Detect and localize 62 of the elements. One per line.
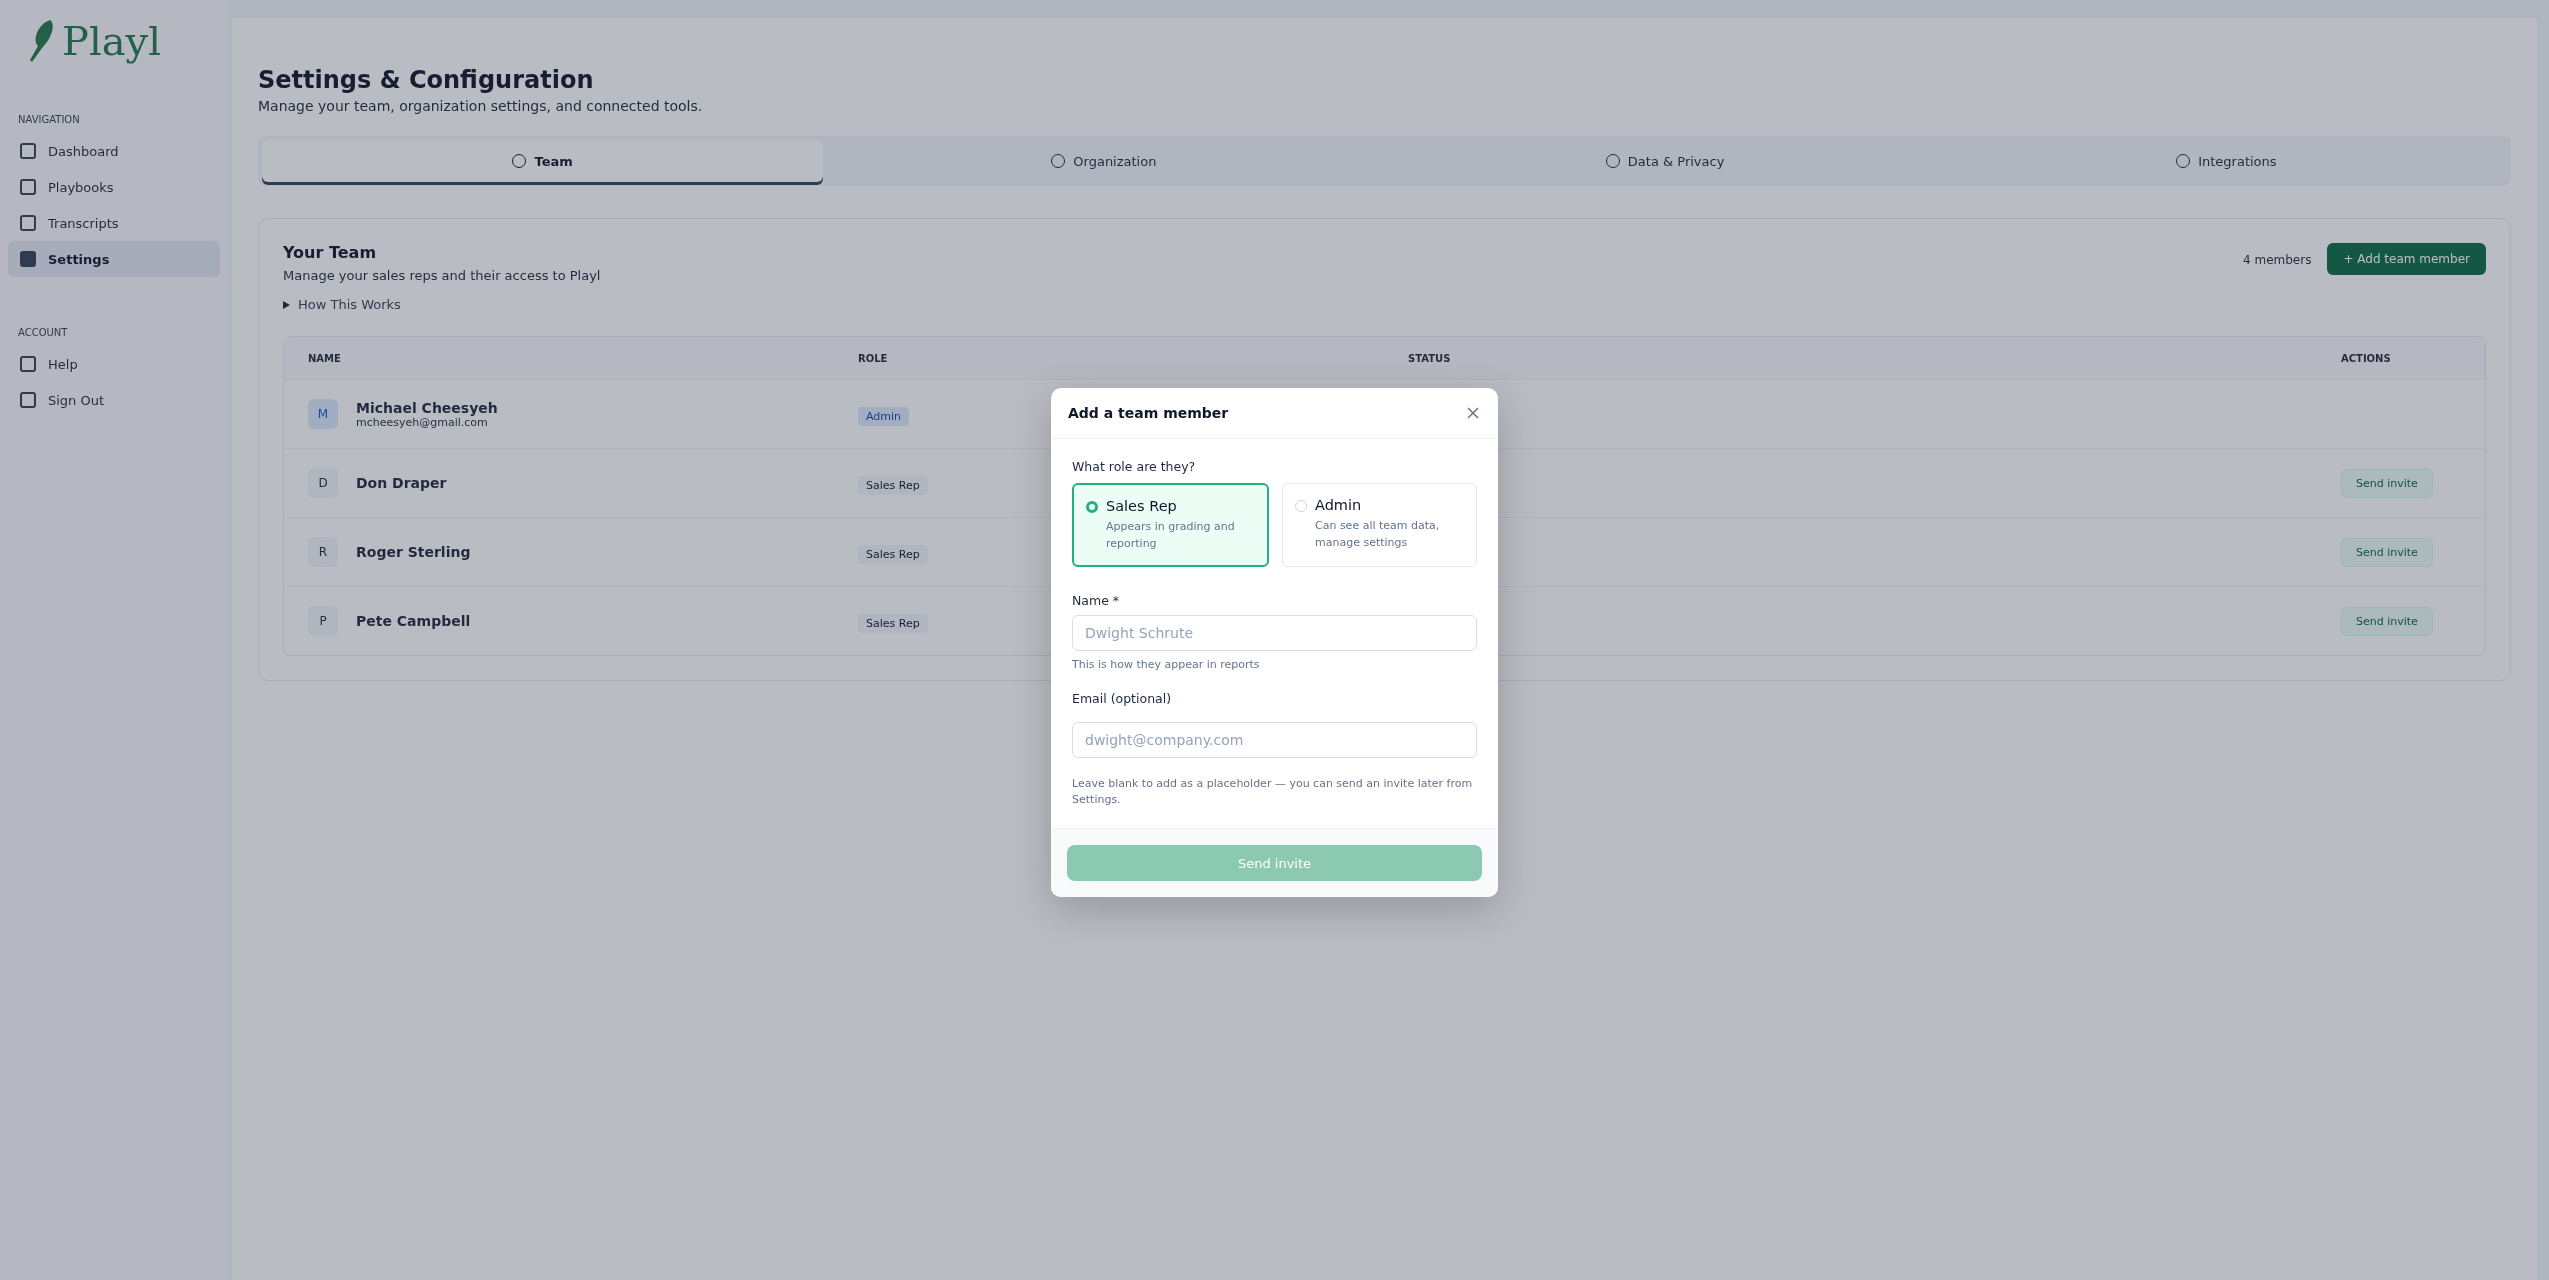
member-name: Pete Campbell: [356, 613, 471, 629]
send-invite-button[interactable]: Send invite: [2341, 537, 2433, 567]
member-name: Don Draper: [356, 475, 447, 491]
card-subtitle: Manage your sales reps and their access to Playl: [283, 268, 601, 283]
role-description: Can see all team data, manage settings: [1315, 518, 1441, 551]
page-title: Settings & Configuration: [258, 66, 595, 94]
role-tag: Sales Rep: [858, 544, 928, 564]
tab[interactable]: Integrations: [1945, 140, 2507, 182]
card-title: Your Team: [283, 243, 378, 262]
avatar: P: [308, 606, 338, 636]
nav-icon: [20, 251, 36, 267]
send-invite-button[interactable]: Send invite: [2341, 606, 2433, 636]
role-tag: Admin: [858, 406, 910, 426]
role-option[interactable]: Sales Rep Appears in grading and reporting: [1072, 483, 1269, 567]
role-option[interactable]: Admin Can see all team data, manage settings: [1282, 483, 1477, 567]
section-heading: NAVIGATION: [17, 114, 81, 127]
send-invite-button[interactable]: Send invite: [2341, 468, 2433, 498]
caret-icon: [283, 301, 290, 309]
nav-icon: [20, 356, 36, 372]
tab[interactable]: Data & Privacy: [1384, 140, 1946, 182]
radio-button[interactable]: [1086, 501, 1098, 513]
nav-icon: [20, 143, 36, 159]
email-hint: Leave blank to add as a placeholder — you can send an invite later from Settings.: [1072, 776, 1474, 808]
section-heading: ACCOUNT: [17, 327, 69, 340]
avatar: M: [308, 399, 338, 429]
name-hint: This is how they appear in reports: [1072, 657, 1261, 673]
name-field[interactable]: Dwight Schrute: [1072, 615, 1477, 651]
column-header: ROLE: [858, 352, 889, 364]
how-it-works-link[interactable]: How This Works: [283, 297, 601, 312]
nav-item[interactable]: Dashboard: [8, 133, 220, 169]
role-description: Appears in grading and reporting: [1106, 519, 1236, 552]
role-label: Sales Rep: [1106, 498, 1178, 514]
member-name: Roger Sterling: [356, 544, 471, 560]
nav-icon: [20, 179, 36, 195]
column-header: ACTIONS: [2341, 352, 2392, 364]
nav-item[interactable]: Settings: [8, 241, 220, 277]
nav-item[interactable]: Help: [8, 346, 220, 382]
member-name: Michael Cheesyeh: [356, 399, 498, 416]
avatar: R: [308, 537, 338, 567]
member-email: mcheesyeh@gmail.com: [356, 415, 488, 429]
role-tag: Sales Rep: [858, 475, 928, 495]
page-subtitle: Manage your team, organization settings, and connected tools.: [258, 98, 704, 114]
email-field[interactable]: dwight@company.com: [1072, 722, 1477, 758]
tab[interactable]: Organization: [823, 140, 1385, 182]
nav-item[interactable]: Sign Out: [8, 382, 220, 418]
role-question: What role are they?: [1072, 459, 1197, 474]
nav-icon: [20, 215, 36, 231]
nav-item[interactable]: Playbooks: [8, 169, 220, 205]
avatar: D: [308, 468, 338, 498]
email-label: Email (optional): [1072, 691, 1173, 706]
role-label: Admin: [1315, 497, 1363, 513]
member-count: 4 members: [2243, 253, 2312, 267]
name-label: Name *: [1072, 593, 1121, 608]
tab[interactable]: Team: [262, 140, 824, 182]
nav-item[interactable]: Transcripts: [8, 205, 220, 241]
nav-icon: [20, 392, 36, 408]
logo-text: Playl: [62, 18, 161, 64]
add-member-button[interactable]: + Add team member: [2327, 243, 2486, 275]
column-header: NAME: [308, 352, 342, 364]
role-tag: Sales Rep: [858, 613, 928, 633]
dialog-title: Add a team member: [1068, 405, 1229, 421]
column-header: STATUS: [1408, 352, 1452, 364]
